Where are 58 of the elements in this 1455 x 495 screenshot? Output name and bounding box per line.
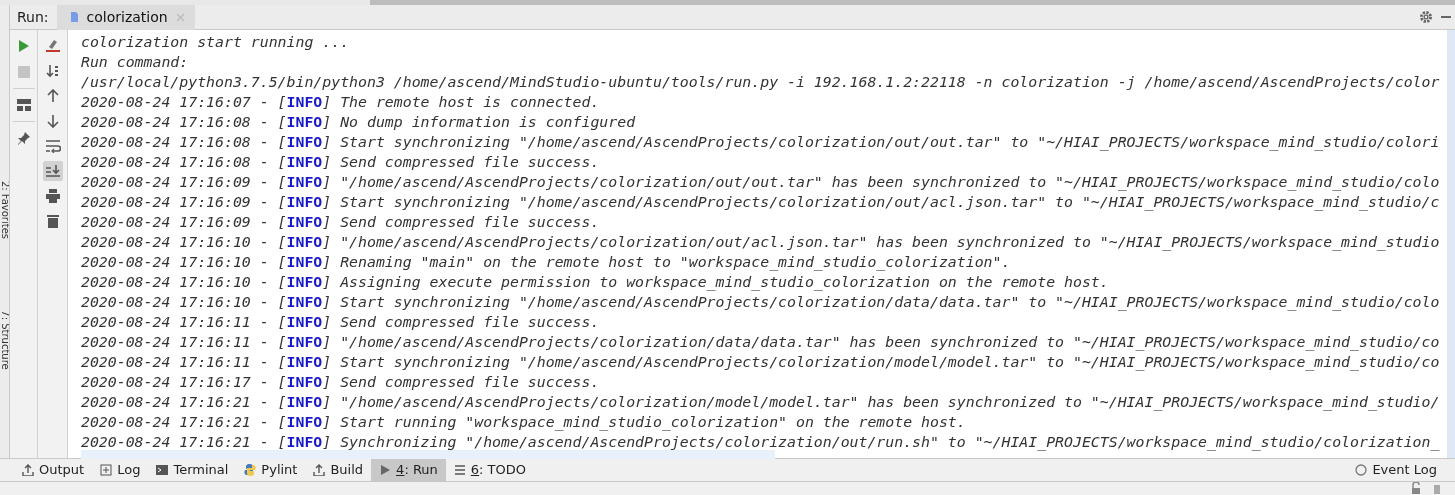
tool-window-tab[interactable]: 6: TODO: [445, 458, 535, 482]
log-line: 2020-08-24 17:16:21 - [INFO] "/home/ascend/AscendProjects/colorization/model/model.tar" has been synchronized to "~/HIAI_PROJECTS/workspace_mind_studio/: [81, 392, 1440, 412]
circle-icon: [1355, 464, 1368, 476]
console-line: Run command:: [81, 52, 189, 72]
log-line: 2020-08-24 17:16:09 - [INFO] "/home/ascend/AscendProjects/colorization/out/out.tar" has been synchronized to "~/HIAI_PROJECTS/workspace_mind_studio/colo: [81, 172, 1440, 192]
lock-icon[interactable]: [1411, 482, 1421, 494]
log-line: 2020-08-24 17:16:10 - [INFO] Start synchronizing "/home/ascend/AscendProjects/colorization/data/data.tar" to "~/HIAI_PROJECTS/workspace_mind_studio/colo: [81, 292, 1440, 312]
log-line: 2020-08-24 17:16:08 - [INFO] Send compressed file success.: [81, 152, 600, 172]
log-line: 2020-08-24 17:16:08 - [INFO] Start synchronizing "/home/ascend/AscendProjects/colorization/out/out.tar" to "~/HIAI_PROJECTS/workspace_mind_studio/colori: [81, 132, 1440, 152]
up-icon: [46, 89, 59, 103]
event-log-tab[interactable]: Event Log: [1347, 458, 1445, 482]
layout-icon: [16, 99, 31, 111]
panel-title: Run:: [16, 7, 50, 27]
scrollbar[interactable]: [1447, 30, 1455, 458]
down-icon: [46, 114, 59, 128]
tool-window-tab[interactable]: Output: [14, 458, 93, 482]
run-tab[interactable]: colorization: [56, 4, 195, 30]
log-line: 2020-08-24 17:16:11 - [INFO] "/home/ascend/AscendProjects/colorization/data/data.tar" has been synchronized to "~/HIAI_PROJECTS/workspace_mind_studio/co: [81, 332, 1440, 352]
log-line: 2020-08-24 17:16:09 - [INFO] Send compressed file success.: [81, 212, 600, 232]
console-line: /usr/local/python3.7.5/bin/python3 /home/ascend/MindStudio-ubuntu/tools/run.py -i 192.168.1.2:22118 -n colorization -j /home/ascend/AscendProjects/color: [81, 72, 1440, 92]
tool-stripe-label[interactable]: 7: Structure: [0, 297, 9, 383]
upload-icon: [313, 464, 326, 476]
upload-icon: [22, 464, 34, 476]
log-line: 2020-08-24 17:16:11 - [INFO] Start synchronizing "/home/ascend/AscendProjects/colorization/model/model.tar" to "~/HIAI_PROJECTS/workspace_mind_studio/co: [81, 352, 1440, 372]
log-line: 2020-08-24 17:16:10 - [INFO] Renaming "main" on the remote host to "workspace_mind_studio_colorization".: [81, 252, 1011, 272]
log-line: 2020-08-24 17:16:10 - [INFO] Assigning execute permission to workspace_mind_studio_colorization on the remote host.: [81, 272, 1109, 292]
tool-window-tab[interactable]: 4: Run: [371, 458, 446, 482]
terminal-icon: [156, 464, 169, 476]
log-line: 2020-08-24 17:16:08 - [INFO] No dump information is configured: [81, 112, 636, 132]
log-line: 2020-08-24 17:16:10 - [INFO] "/home/ascend/AscendProjects/colorization/out/acl.json.tar" has been synchronized to "~/HIAI_PROJECTS/workspace_mind_studio: [81, 232, 1440, 252]
play-icon: [379, 464, 392, 476]
log-line: 2020-08-24 17:16:11 - [INFO] Send compressed file success.: [81, 312, 600, 332]
scroll-to-end-button[interactable]: [42, 161, 63, 181]
stop-icon: [17, 66, 30, 78]
pin-icon: [16, 131, 31, 145]
settings-icon[interactable]: [1419, 10, 1433, 24]
tool-stripe-label[interactable]: 2: Favorites: [0, 167, 9, 253]
python-icon: [244, 464, 257, 476]
trash-icon: [46, 214, 59, 228]
log-line: 2020-08-24 17:16:17 - [INFO] Send compressed file success.: [81, 372, 600, 392]
print-icon: [44, 189, 61, 203]
sort-icon: [45, 64, 60, 78]
list-icon: [453, 464, 466, 476]
clear-icon: [44, 39, 61, 53]
log-line: 2020-08-24 17:16:21 - [INFO] Start running "workspace_mind_studio_colorization" on the remote host.: [81, 412, 966, 432]
tool-window-tab[interactable]: Terminal: [148, 458, 237, 482]
tool-window-tab[interactable]: Build: [305, 458, 372, 482]
log-line: 2020-08-24 17:16:07 - [INFO] The remote host is connected.: [81, 92, 600, 112]
tool-window-tab[interactable]: Pylint: [236, 458, 306, 482]
scroll-to-end-icon: [44, 164, 61, 178]
soft-wrap-icon: [44, 139, 61, 153]
log-line: 2020-08-24 17:16:09 - [INFO] Start synchronizing "/home/ascend/AscendProjects/colorization/out/acl.json.tar" to "~/HIAI_PROJECTS/workspace_mind_studio/c: [81, 192, 1440, 212]
console-line: colorization start running ...: [81, 32, 350, 52]
run-icon: [17, 39, 30, 53]
log-line: 2020-08-24 17:16:21 - [INFO] Synchronizing "/home/ascend/AscendProjects/colorization/out/run.sh" to "~/HIAI_PROJECTS/workspace_mind_studio/colorization_: [81, 432, 1440, 452]
plus-box-icon: [100, 464, 113, 476]
tool-window-tab[interactable]: Log: [92, 458, 149, 482]
file-icon: [68, 11, 79, 23]
